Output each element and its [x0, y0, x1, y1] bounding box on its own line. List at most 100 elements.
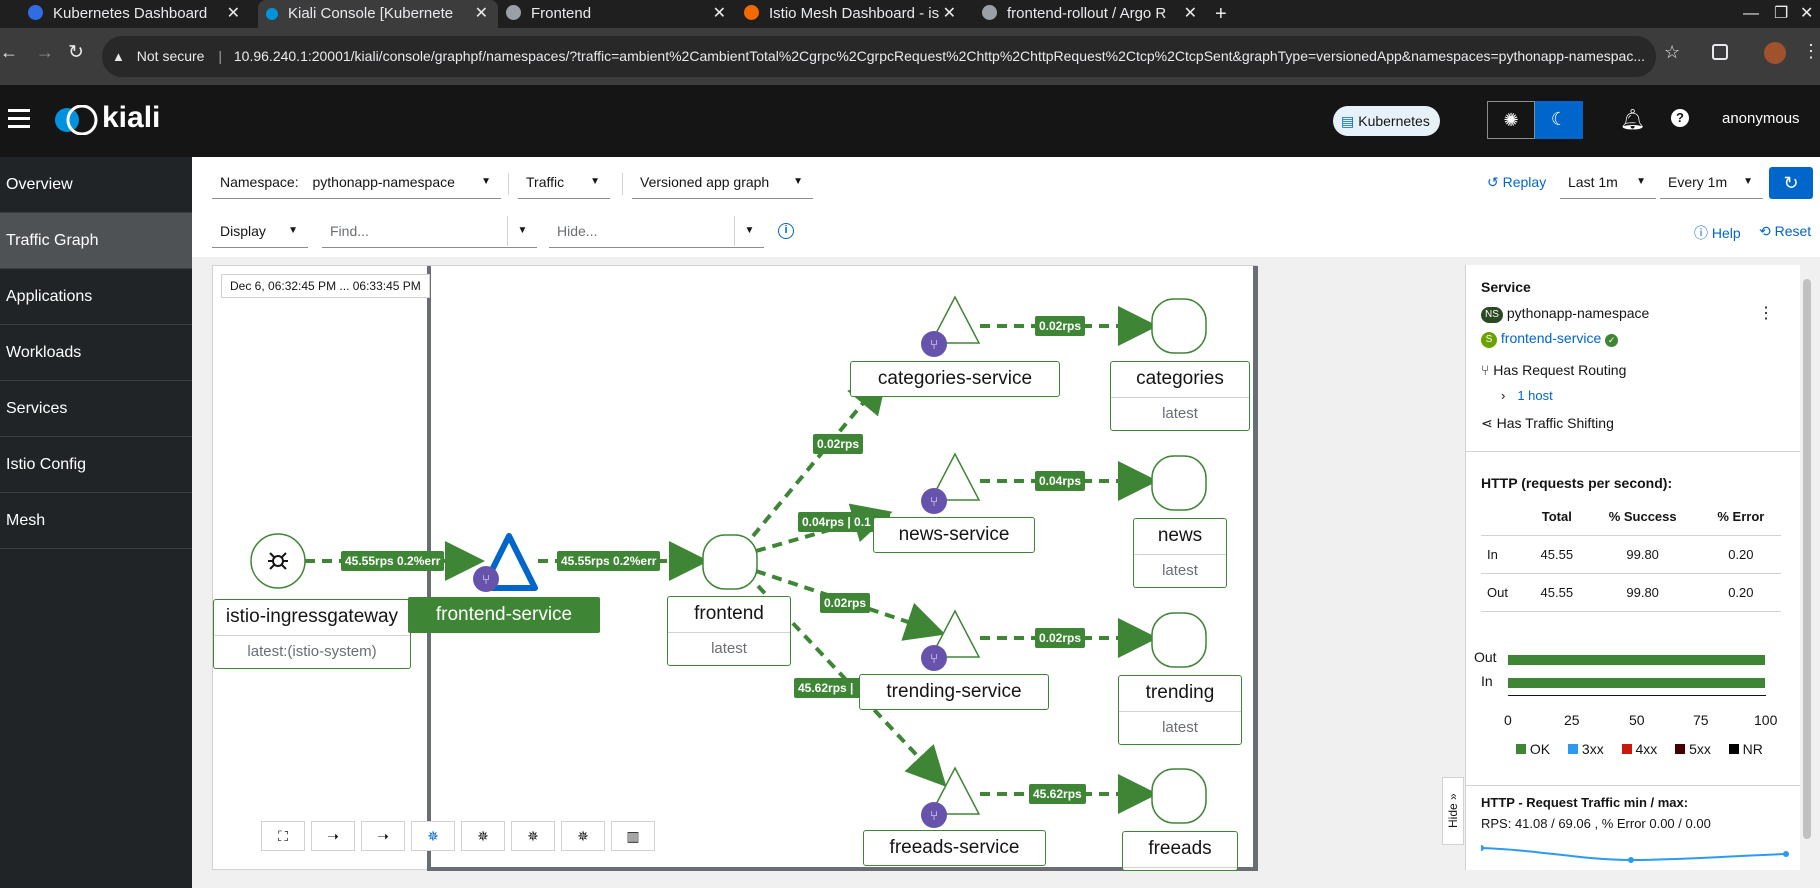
categories-node[interactable]: [1151, 298, 1207, 354]
ingress-name: istio-ingressgateway: [214, 600, 410, 636]
restore-icon[interactable]: ❐: [1774, 0, 1788, 28]
categories-node-label[interactable]: categories latest: [1110, 361, 1250, 431]
scrollbar-thumb[interactable]: [1803, 279, 1811, 839]
close-window-icon[interactable]: ✕: [1800, 0, 1813, 28]
hide-history-caret-icon[interactable]: ▼: [734, 216, 764, 246]
sidebar-item-workloads[interactable]: Workloads: [0, 325, 192, 381]
help-label: Help: [1711, 225, 1741, 241]
layout-grid-button[interactable]: ✵: [511, 821, 555, 851]
sidebar-item-services[interactable]: Services: [0, 381, 192, 437]
legend-swatch: [1568, 744, 1579, 754]
table-cell: In: [1487, 546, 1498, 562]
url-bar[interactable]: ▲ Not secure | 10.96.240.1:20001/kiali/c…: [102, 36, 1656, 77]
trending-service-label[interactable]: trending-service: [859, 674, 1049, 710]
news-node-label[interactable]: news latest: [1133, 518, 1227, 588]
browser-tab-frontend[interactable]: Frontend ✕: [506, 0, 736, 28]
replay-button[interactable]: ↺ Replay: [1487, 174, 1546, 191]
layout-default-button[interactable]: ➝: [311, 821, 355, 851]
request-routing-row: ⑂ Has Request Routing: [1481, 362, 1626, 378]
kiali-masthead: kiali ▤ Kubernetes ✺ ☾ 🔔︎ ? anonymous: [0, 85, 1820, 157]
layout-concentric-button[interactable]: ✵: [561, 821, 605, 851]
hosts-toggle[interactable]: › 1 host: [1501, 388, 1553, 403]
layout-dagre-button[interactable]: ✵: [411, 821, 455, 851]
reload-icon[interactable]: ↻: [68, 41, 84, 64]
find-history-caret-icon[interactable]: ▼: [507, 216, 537, 246]
service-badge: S: [1481, 332, 1497, 348]
close-tab-icon[interactable]: ✕: [475, 0, 488, 28]
back-icon[interactable]: ←: [0, 42, 18, 63]
news-node[interactable]: [1151, 455, 1207, 511]
news-service-label[interactable]: news-service: [873, 517, 1035, 553]
service-link[interactable]: frontend-service: [1501, 330, 1601, 346]
graph-reset-button[interactable]: ⟲ Reset: [1759, 223, 1811, 240]
extensions-icon[interactable]: [1712, 44, 1728, 60]
traffic-select[interactable]: Traffic ▼: [518, 167, 610, 199]
layout-cose-button[interactable]: ✵: [461, 821, 505, 851]
edge-label-trending: 0.02rps: [1035, 628, 1086, 648]
hamburger-menu-icon[interactable]: [8, 109, 30, 129]
freeads-service-label[interactable]: freeads-service: [863, 830, 1046, 866]
panel-scrollbar[interactable]: [1800, 265, 1813, 870]
trending-node[interactable]: [1151, 612, 1207, 668]
sidebar-item-istio-config[interactable]: Istio Config: [0, 437, 192, 493]
browser-tab-kiali-console[interactable]: Kiali Console [Kubernetes] ✕: [258, 0, 498, 28]
refresh-interval-select[interactable]: Every 1m ▼: [1660, 167, 1763, 199]
frontend-node-label[interactable]: frontend latest: [667, 596, 791, 666]
dark-theme-button[interactable]: ☾: [1535, 101, 1583, 139]
close-tab-icon[interactable]: ✕: [1184, 0, 1197, 28]
table-header: % Success: [1608, 509, 1677, 525]
sidebar-item-applications[interactable]: Applications: [0, 269, 192, 325]
browser-menu-icon[interactable]: ⋮: [1802, 41, 1820, 62]
warning-icon: ▲: [112, 49, 125, 64]
duration-select[interactable]: Last 1m ▼: [1560, 167, 1656, 199]
bar-label-out: Out: [1474, 649, 1497, 665]
ingress-node[interactable]: [250, 533, 306, 589]
notifications-bell-icon[interactable]: 🔔︎: [1620, 107, 1645, 132]
light-theme-button[interactable]: ✺: [1487, 101, 1535, 139]
new-tab-button[interactable]: +: [1215, 0, 1235, 28]
user-menu[interactable]: anonymous: [1722, 110, 1800, 127]
browser-tab-frontend-rollout[interactable]: frontend-rollout / Argo R ✕: [982, 0, 1207, 28]
namespace-select[interactable]: Namespace: pythonapp-namespace ▼: [212, 167, 501, 199]
freeads-name: freeads: [1123, 832, 1237, 868]
minimize-icon[interactable]: —: [1743, 0, 1759, 28]
bookmark-star-icon[interactable]: ☆: [1664, 42, 1680, 63]
layout-horizontal-button[interactable]: ➝: [361, 821, 405, 851]
reset-icon: ⟲: [1759, 223, 1771, 239]
freeads-node-label[interactable]: freeads: [1122, 831, 1238, 871]
hide-input[interactable]: Hide... ▼: [549, 216, 764, 248]
globe-icon: [982, 5, 997, 20]
sidebar-item-mesh[interactable]: Mesh: [0, 493, 192, 549]
forward-icon[interactable]: →: [36, 42, 54, 63]
legend-map-button[interactable]: ▥: [611, 821, 655, 851]
refresh-button[interactable]: ↻: [1769, 167, 1813, 199]
hide-panel-button[interactable]: Hide »: [1442, 777, 1464, 845]
display-select[interactable]: Display ▼: [212, 216, 308, 248]
graph-type-select[interactable]: Versioned app graph ▼: [632, 167, 813, 199]
traffic-graph-canvas[interactable]: ⑂ ⑂ ⑂ ⑂ ⑂ Dec 6, 06:32:45 PM ... 06:33:4…: [212, 265, 1258, 871]
profile-avatar[interactable]: [1764, 42, 1786, 64]
close-tab-icon[interactable]: ✕: [227, 0, 240, 28]
sidebar-item-traffic-graph[interactable]: Traffic Graph: [0, 213, 192, 269]
caret-down-icon: ▼: [1636, 176, 1646, 187]
browser-tab-kubernetes-dashboard[interactable]: Kubernetes Dashboard ✕: [28, 0, 250, 28]
news-name: news: [1134, 519, 1226, 555]
info-icon[interactable]: i: [778, 223, 794, 239]
news-version: latest: [1162, 562, 1198, 579]
browser-tab-istio-mesh-dashboard[interactable]: Istio Mesh Dashboard - is ✕: [744, 0, 966, 28]
frontend-node[interactable]: [702, 534, 758, 590]
close-tab-icon[interactable]: ✕: [713, 0, 726, 28]
kebab-menu-icon[interactable]: ⋮: [1758, 303, 1774, 323]
categories-service-label[interactable]: categories-service: [850, 361, 1060, 397]
close-tab-icon[interactable]: ✕: [943, 0, 956, 28]
sidebar-item-overview[interactable]: Overview: [0, 157, 192, 213]
graph-help-button[interactable]: ⓘ Help: [1694, 223, 1741, 243]
find-input[interactable]: Find... ▼: [322, 216, 537, 248]
help-icon[interactable]: ?: [1671, 109, 1689, 127]
trending-node-label[interactable]: trending latest: [1118, 675, 1242, 745]
tab-title: Kubernetes Dashboard: [53, 5, 208, 22]
freeads-node[interactable]: [1151, 768, 1207, 824]
ingress-node-label[interactable]: istio-ingressgateway latest:(istio-syste…: [213, 599, 411, 669]
frontend-service-label[interactable]: frontend-service: [408, 597, 600, 633]
fit-to-screen-button[interactable]: ⛶: [261, 821, 305, 851]
